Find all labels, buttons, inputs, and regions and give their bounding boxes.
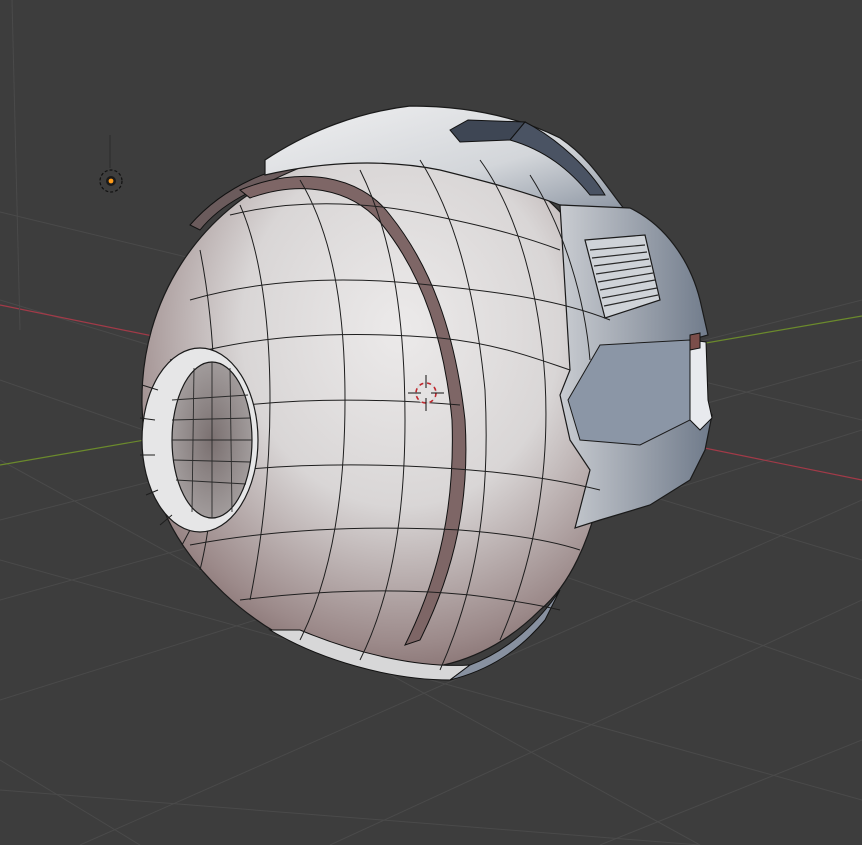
viewport-canvas[interactable] (0, 0, 862, 845)
light-icon[interactable] (99, 135, 123, 193)
z-axis-line (11, 0, 21, 331)
3d-viewport[interactable] (0, 0, 862, 845)
droid-head-mesh[interactable] (139, 105, 713, 681)
